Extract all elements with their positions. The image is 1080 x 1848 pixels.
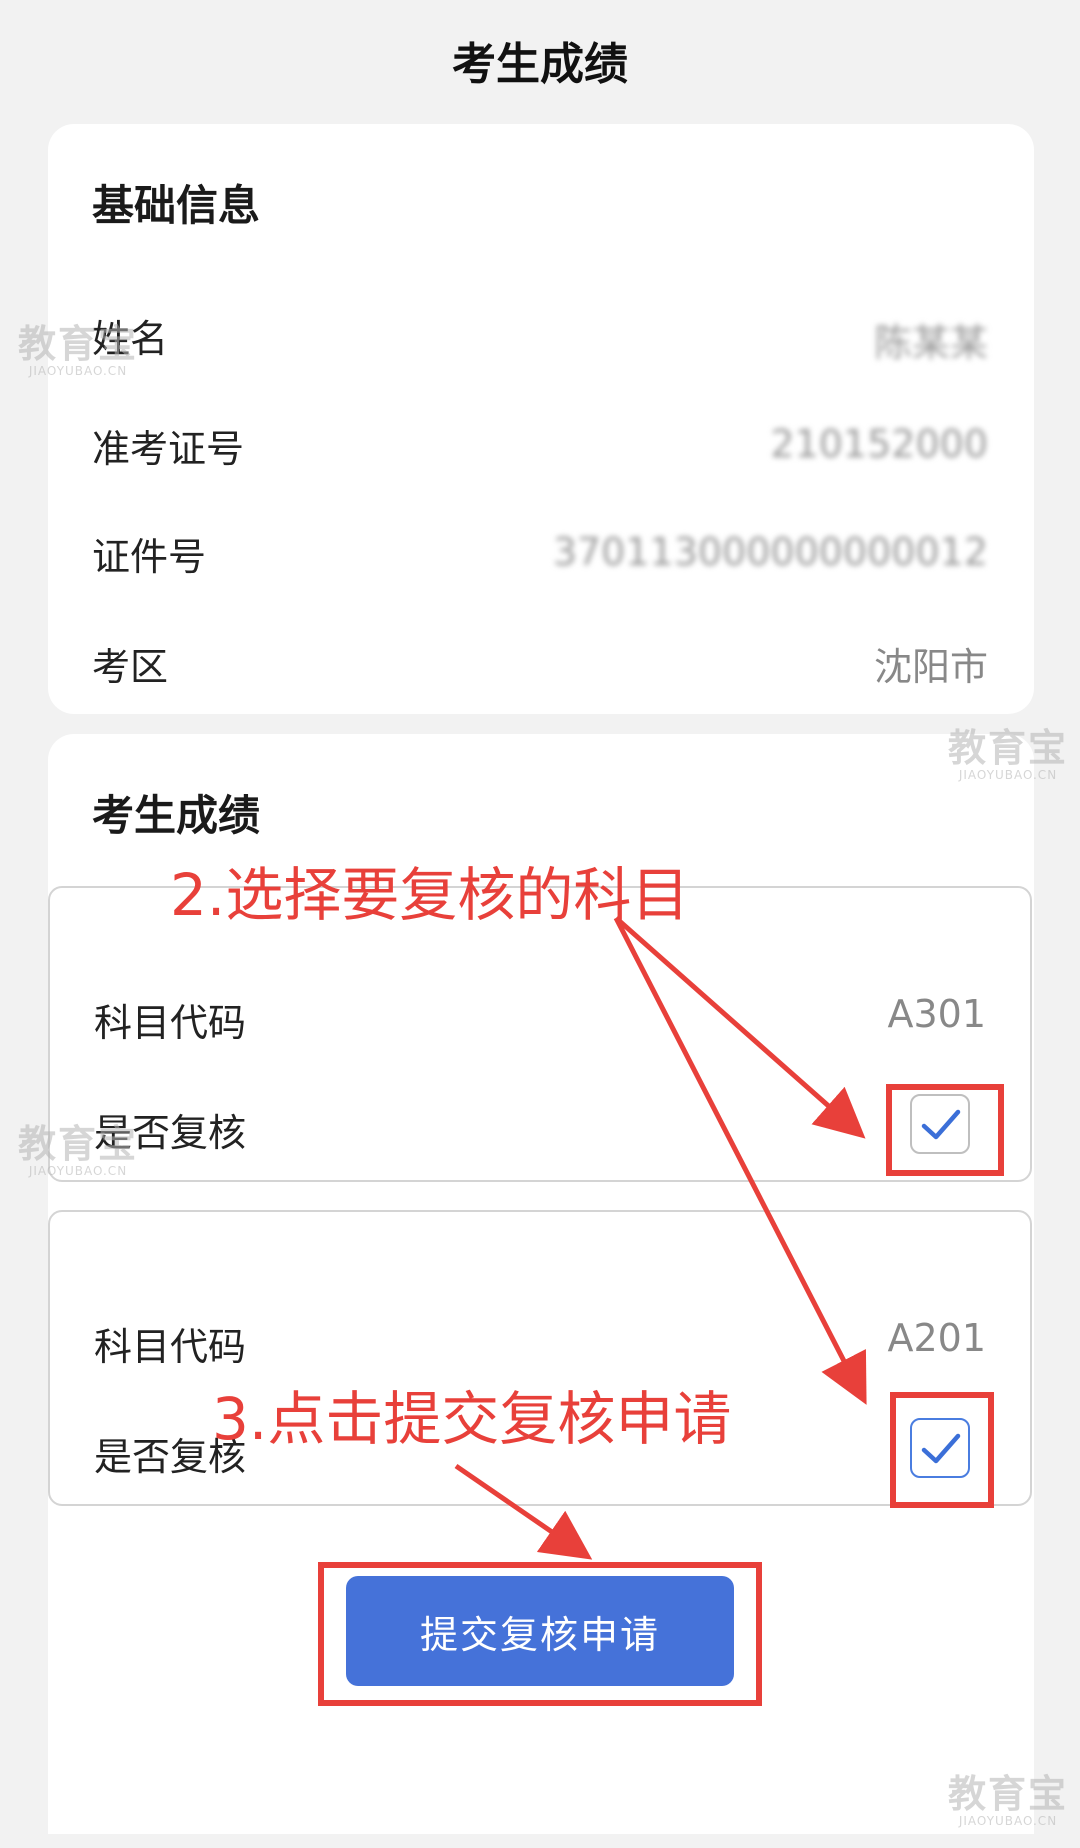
watermark-logo: 教育宝 JIAOYUBAO.CN (18, 322, 139, 378)
annotation-arrows (454, 916, 867, 1560)
watermark-logo: 教育宝 JIAOYUBAO.CN (948, 1772, 1069, 1828)
arrow-to-checkbox-1 (614, 916, 866, 1139)
watermark-logo: 教育宝 JIAOYUBAO.CN (18, 1122, 139, 1178)
arrow-to-submit (454, 1463, 593, 1560)
watermark-logo: 教育宝 JIAOYUBAO.CN (948, 726, 1069, 782)
arrow-to-checkbox-2 (613, 916, 867, 1405)
